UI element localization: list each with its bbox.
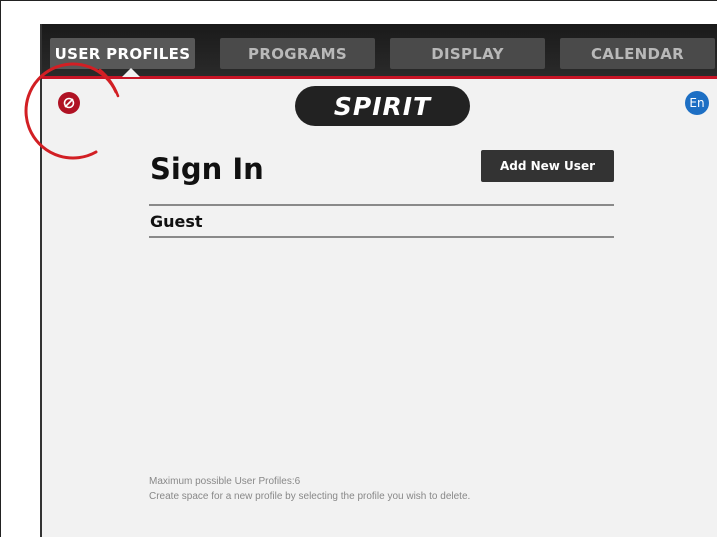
close-icon[interactable] (58, 92, 80, 114)
tab-programs[interactable]: PROGRAMS (220, 38, 375, 69)
active-tab-pointer (122, 68, 140, 77)
max-profiles-note: Maximum possible User Profiles:6 (149, 476, 301, 487)
spirit-logo: SPIRIT (295, 86, 470, 126)
tab-user-profiles[interactable]: USER PROFILES (50, 38, 195, 69)
delete-hint-note: Create space for a new profile by select… (149, 491, 471, 502)
divider-bottom (149, 236, 614, 238)
tab-calendar[interactable]: CALENDAR (560, 38, 715, 69)
page-frame-left (0, 0, 1, 537)
tab-display[interactable]: DISPLAY (390, 38, 545, 69)
top-navigation-bar: USER PROFILES PROGRAMS DISPLAY CALENDAR (42, 24, 717, 76)
accent-divider (42, 76, 717, 79)
profile-item-guest[interactable]: Guest (150, 212, 203, 231)
divider-top (149, 204, 614, 206)
language-button[interactable]: En (685, 91, 709, 115)
page-frame-top (0, 0, 717, 1)
page-title: Sign In (150, 152, 264, 186)
device-screen: USER PROFILES PROGRAMS DISPLAY CALENDAR … (40, 24, 717, 537)
add-new-user-button[interactable]: Add New User (481, 150, 614, 182)
